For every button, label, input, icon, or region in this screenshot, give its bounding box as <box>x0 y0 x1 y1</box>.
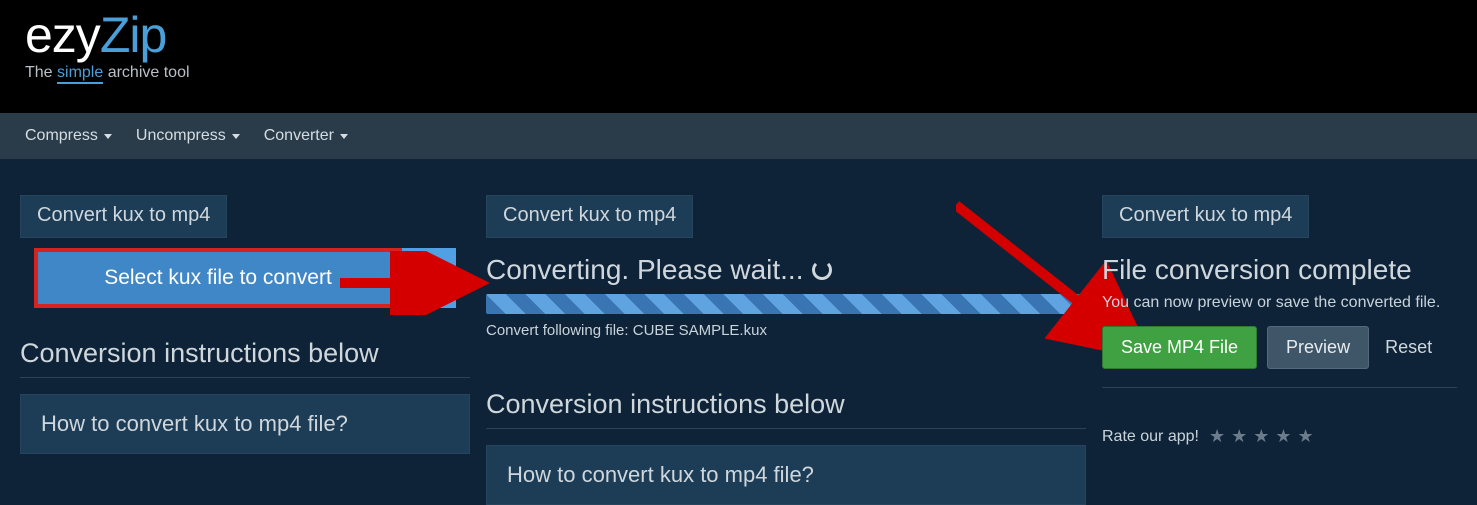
chevron-down-icon <box>104 134 112 139</box>
instructions-title: Conversion instructions below <box>486 389 1086 420</box>
main-nav: Compress Uncompress Converter <box>0 113 1477 159</box>
divider <box>1102 387 1457 388</box>
star-icon[interactable]: ★ <box>1231 426 1247 447</box>
card-title: Convert kux to mp4 <box>486 195 693 238</box>
preview-button[interactable]: Preview <box>1267 326 1369 369</box>
save-button[interactable]: Save MP4 File <box>1102 326 1257 369</box>
status-title: Converting. Please wait... <box>486 254 1086 286</box>
reset-button[interactable]: Reset <box>1385 337 1432 358</box>
star-icon[interactable]: ★ <box>1253 426 1269 447</box>
instructions-title: Conversion instructions below <box>20 338 470 369</box>
accordion-how-to[interactable]: How to convert kux to mp4 file? <box>486 445 1086 505</box>
select-file-dropdown[interactable]: ♡ <box>402 248 456 308</box>
file-line: Convert following file: CUBE SAMPLE.kux <box>486 322 1086 339</box>
tagline: The simple archive tool <box>25 64 1452 82</box>
logo-ezy: ezy <box>25 7 100 63</box>
done-tip: You can now preview or save the converte… <box>1102 294 1457 312</box>
accordion-how-to[interactable]: How to convert kux to mp4 file? <box>20 394 470 454</box>
rate-row: Rate our app! ★ ★ ★ ★ ★ <box>1102 426 1457 447</box>
star-icon[interactable]: ★ <box>1209 426 1225 447</box>
divider <box>486 428 1086 429</box>
logo-zip: Zip <box>100 7 166 63</box>
star-icon[interactable]: ★ <box>1275 426 1291 447</box>
nav-uncompress[interactable]: Uncompress <box>136 127 240 145</box>
divider <box>20 377 470 378</box>
select-file-button[interactable]: Select kux file to convert <box>34 248 402 308</box>
nav-compress[interactable]: Compress <box>25 127 112 145</box>
spinner-icon <box>812 260 832 280</box>
card-title: Convert kux to mp4 <box>20 195 227 238</box>
card-title: Convert kux to mp4 <box>1102 195 1309 238</box>
progress-bar <box>486 294 1086 314</box>
chevron-down-icon <box>340 134 348 139</box>
star-icon[interactable]: ★ <box>1298 426 1314 447</box>
star-rating: ★ ★ ★ ★ ★ <box>1209 426 1314 447</box>
logo[interactable]: ezyZip <box>25 10 1452 60</box>
brand-header: ezyZip The simple archive tool <box>0 0 1477 113</box>
nav-converter[interactable]: Converter <box>264 127 348 145</box>
done-title: File conversion complete <box>1102 254 1457 286</box>
heart-icon: ♡ <box>420 266 438 291</box>
chevron-down-icon <box>232 134 240 139</box>
rate-label: Rate our app! <box>1102 428 1199 446</box>
